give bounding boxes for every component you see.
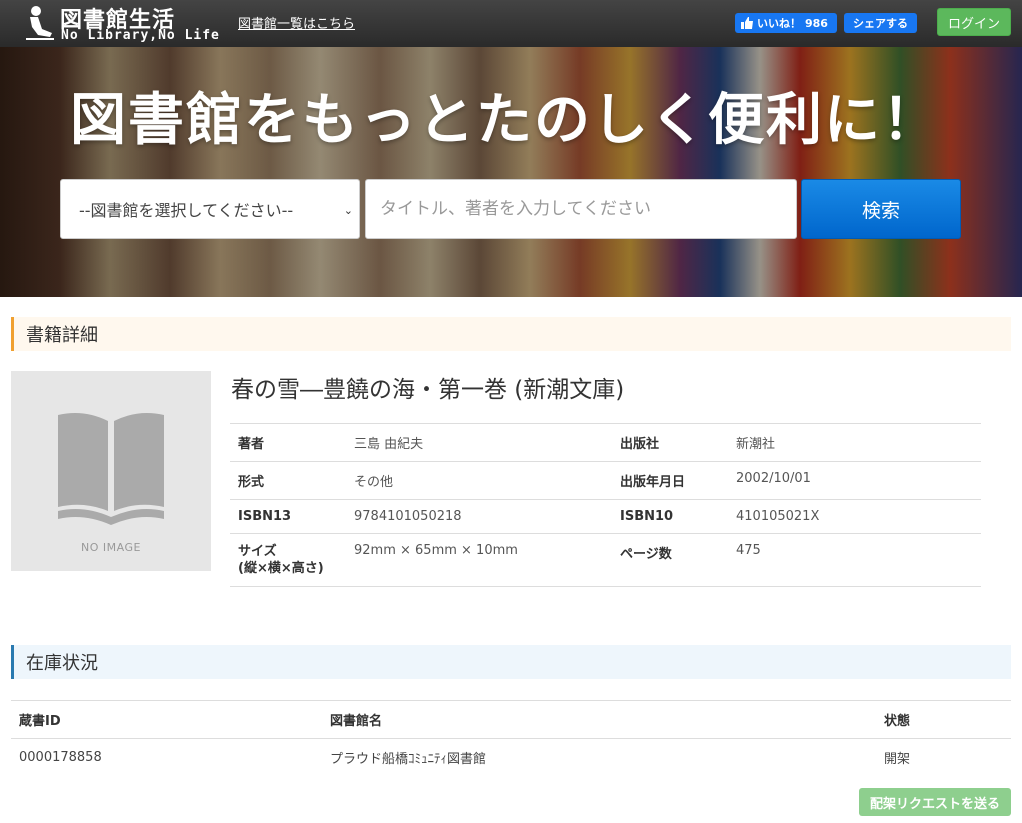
info-value: 新潮社 [728,423,981,462]
info-key: 形式 [230,461,346,500]
like-count: 986 [805,16,828,30]
library-select-value: --図書館を選択してください-- [79,201,294,220]
stock-table: 蔵書ID 図書館名 状態 0000178858 プラウド船橋ｺﾐｭﾆﾃｨ図書館 … [11,700,1011,776]
search-button[interactable]: 検索 [801,179,961,239]
info-key: 出版年月日 [612,461,728,500]
info-row: サイズ (縦×横×高さ) 92mm × 65mm × 10mm ページ数 475 [230,533,981,587]
column-header-id: 蔵書ID [11,700,322,739]
info-value: 三島 由紀夫 [346,423,612,462]
table-row: 0000178858 プラウド船橋ｺﾐｭﾆﾃｨ図書館 開架 [11,739,1011,777]
like-label: いいね！ [757,17,801,30]
reading-person-icon[interactable] [24,5,56,41]
info-row: ISBN13 9784101050218 ISBN10 410105021X [230,499,981,534]
no-image-label: NO IMAGE [81,541,141,554]
book-info-table: 著者 三島 由紀夫 出版社 新潮社 形式 その他 出版年月日 2002/10/0… [230,423,981,587]
holding-id: 0000178858 [19,750,102,765]
info-value: 410105021X [728,499,981,534]
stock-header-row: 蔵書ID 図書館名 状態 [11,700,1011,739]
info-value: 2002/10/01 [728,461,981,500]
info-value: 475 [728,533,981,587]
info-key: ISBN13 [230,499,346,534]
holding-status: 開架 [884,752,911,767]
info-key: ページ数 [612,533,728,587]
library-name: プラウド船橋ｺﾐｭﾆﾃｨ図書館 [330,752,487,767]
login-button[interactable]: ログイン [937,8,1011,36]
facebook-like-button[interactable]: いいね！ 986 [735,13,837,33]
open-book-icon [58,413,164,525]
info-key: サイズ (縦×横×高さ) [230,533,346,587]
info-key: 著者 [230,423,346,462]
search-input[interactable] [365,179,797,239]
info-value: 92mm × 65mm × 10mm [346,533,612,587]
info-key: 出版社 [612,423,728,462]
info-row: 形式 その他 出版年月日 2002/10/01 [230,461,981,500]
info-value: その他 [346,461,612,500]
info-value: 9784101050218 [346,499,612,534]
column-header-library: 図書館名 [322,700,876,739]
shelving-request-button[interactable]: 配架リクエストを送る [859,788,1011,816]
hero-banner: 図書館をもっとたのしく便利に！ --図書館を選択してください-- ⌄ 検索 [0,47,1022,297]
library-select[interactable]: --図書館を選択してください-- ⌄ [60,179,360,239]
book-title: 春の雪―豊饒の海・第一巻 (新潮文庫) [231,377,625,403]
top-header: 図書館生活 No Library,No Life 図書館一覧はこちら いいね！ … [0,0,1022,47]
info-key: ISBN10 [612,499,728,534]
book-detail-heading: 書籍詳細 [11,317,1011,351]
book-cover-placeholder: NO IMAGE [11,371,211,571]
chevron-down-icon: ⌄ [343,204,353,217]
column-header-status: 状態 [876,700,1011,739]
library-list-link[interactable]: 図書館一覧はこちら [238,13,355,32]
site-subtitle[interactable]: No Library,No Life [61,28,220,43]
thumbs-up-icon [741,17,753,29]
stock-status-heading: 在庫状況 [11,645,1011,679]
facebook-share-button[interactable]: シェアする [844,13,917,33]
hero-headline: 図書館をもっとたのしく便利に！ [70,88,940,153]
info-row: 著者 三島 由紀夫 出版社 新潮社 [230,423,981,462]
